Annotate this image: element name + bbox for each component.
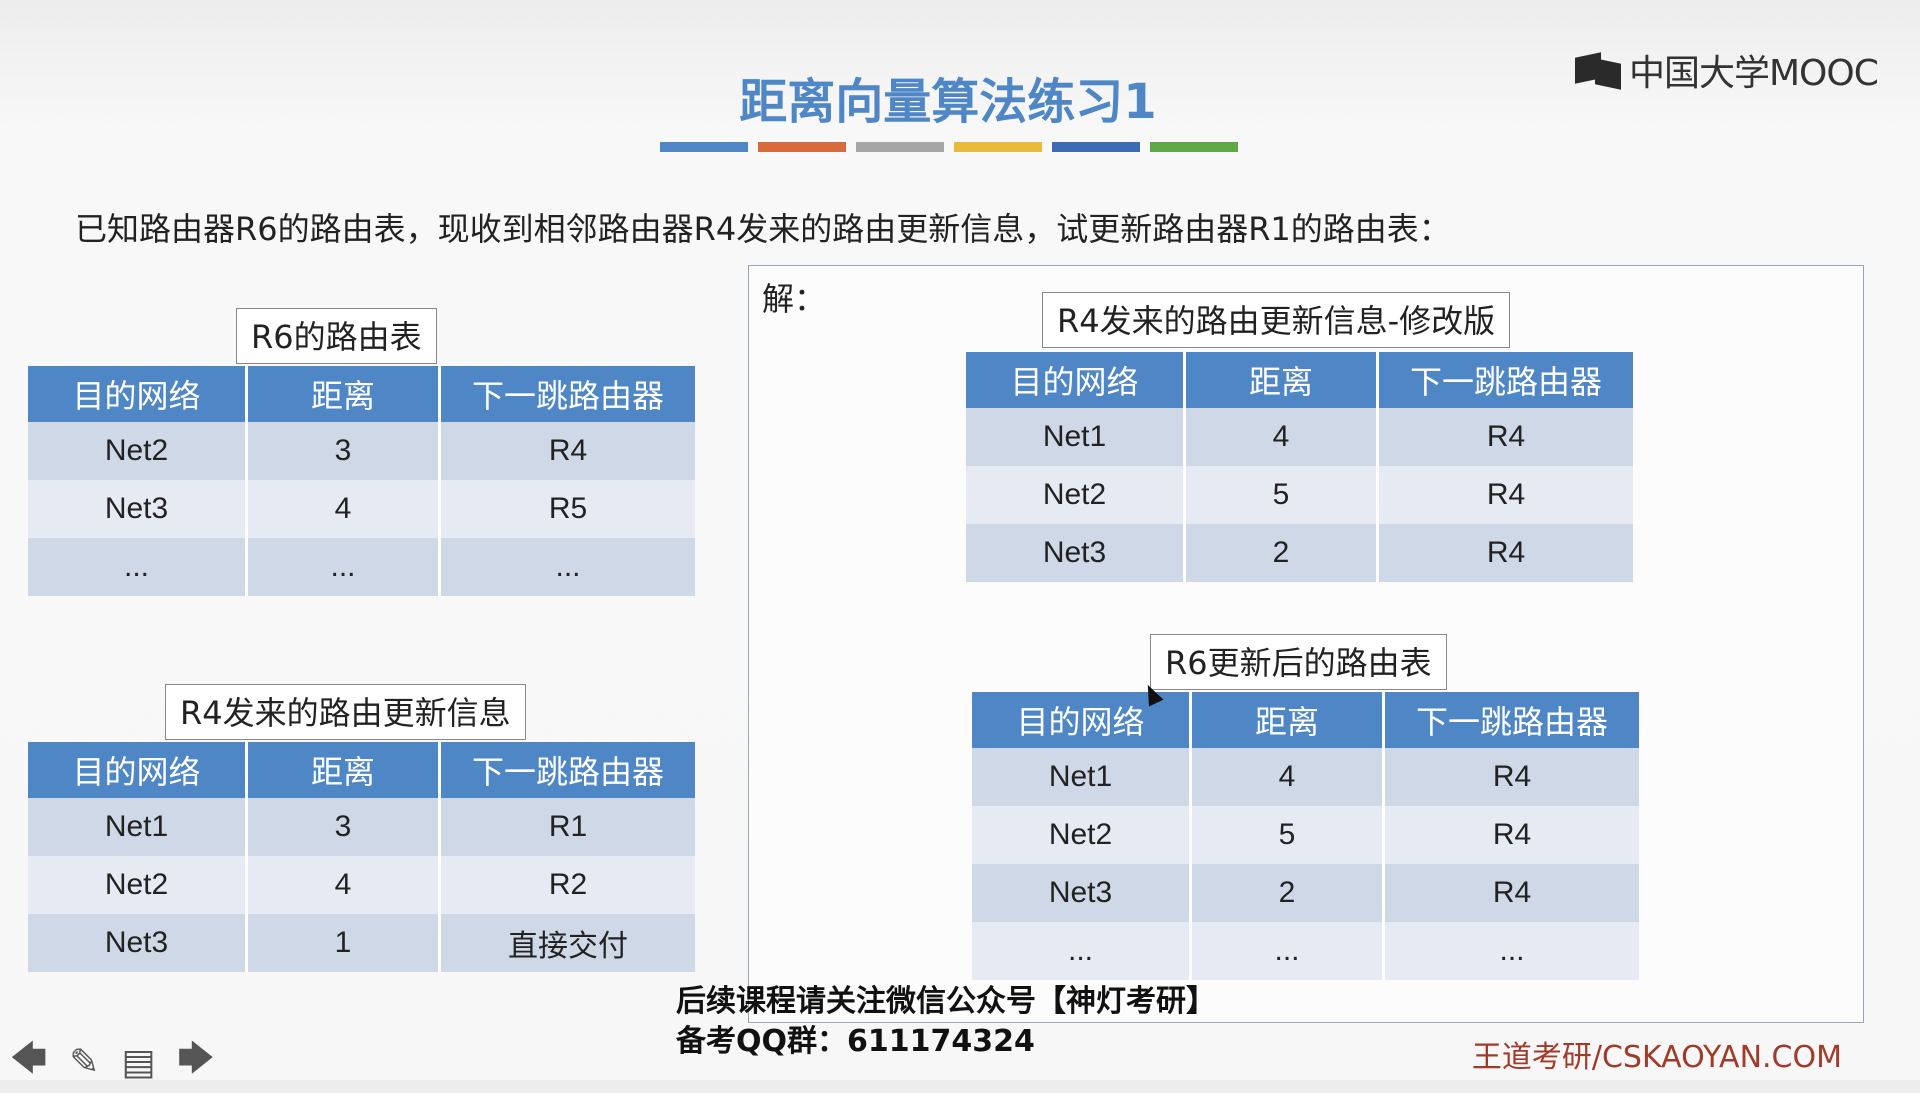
cell-next: 直接交付 <box>441 914 695 972</box>
cell-dist: 4 <box>248 856 441 914</box>
cell-dist: 4 <box>1186 408 1379 466</box>
table-header-row: 目的网络 距离 下一跳路由器 <box>972 692 1639 748</box>
cell-dist: ... <box>248 538 441 596</box>
table-row: Net3 2 R4 <box>966 524 1633 582</box>
slide-nav-controls: 🡄 ✎ ▤ 🡆 <box>10 1032 215 1093</box>
table-row: Net3 2 R4 <box>972 864 1639 922</box>
col-header-next: 下一跳路由器 <box>441 742 695 798</box>
table-row: Net1 3 R1 <box>28 798 695 856</box>
cell-dest: ... <box>28 538 248 596</box>
footer-qq-group: 备考QQ群：611174324 <box>676 1024 1035 1059</box>
cell-dest: Net1 <box>966 408 1186 466</box>
r6-routing-table: 目的网络 距离 下一跳路由器 Net2 3 R4 Net3 4 R5 ... .… <box>28 366 695 596</box>
cell-next: ... <box>441 538 695 596</box>
prev-arrow-icon[interactable]: 🡄 <box>10 1032 47 1093</box>
table-row: Net3 1 直接交付 <box>28 914 695 972</box>
table-row: ... ... ... <box>972 922 1639 980</box>
r4-modified-table: 目的网络 距离 下一跳路由器 Net1 4 R4 Net2 5 R4 Net3 … <box>966 352 1633 582</box>
cell-dest: Net1 <box>972 748 1192 806</box>
cell-dist: ... <box>1192 922 1385 980</box>
col-header-next: 下一跳路由器 <box>441 366 695 422</box>
cell-next: ... <box>1385 922 1639 980</box>
table-row: Net1 4 R4 <box>972 748 1639 806</box>
cell-dest: Net2 <box>28 422 248 480</box>
cell-dist: 2 <box>1186 524 1379 582</box>
cell-next: R4 <box>1385 748 1639 806</box>
cell-next: R5 <box>441 480 695 538</box>
cell-next: R1 <box>441 798 695 856</box>
col-header-dest: 目的网络 <box>966 352 1186 408</box>
cell-next: R4 <box>1385 864 1639 922</box>
col-header-next: 下一跳路由器 <box>1379 352 1633 408</box>
col-header-dest: 目的网络 <box>28 742 248 798</box>
accent-bar <box>660 142 748 152</box>
table-row: Net2 4 R2 <box>28 856 695 914</box>
footer-wechat-notice: 后续课程请关注微信公众号【神灯考研】 <box>676 984 1216 1019</box>
table-header-row: 目的网络 距离 下一跳路由器 <box>966 352 1633 408</box>
cell-dest: Net3 <box>966 524 1186 582</box>
col-header-dist: 距离 <box>1186 352 1379 408</box>
cell-dest: Net3 <box>28 480 248 538</box>
accent-bar <box>1150 142 1238 152</box>
r4-table-label: R4发来的路由更新信息 <box>165 684 526 740</box>
cell-next: R2 <box>441 856 695 914</box>
cell-dist: 4 <box>1192 748 1385 806</box>
cell-dest: Net2 <box>966 466 1186 524</box>
cell-next: R4 <box>1385 806 1639 864</box>
cell-next: R4 <box>1379 408 1633 466</box>
cell-dest: Net3 <box>972 864 1192 922</box>
footer-brand: 王道考研/CSKAOYAN.COM <box>1471 1040 1842 1075</box>
cell-dist: 3 <box>248 422 441 480</box>
col-header-dist: 距离 <box>1192 692 1385 748</box>
cell-dist: 3 <box>248 798 441 856</box>
next-arrow-icon[interactable]: 🡆 <box>177 1032 214 1093</box>
table-row: Net2 5 R4 <box>972 806 1639 864</box>
col-header-dest: 目的网络 <box>28 366 248 422</box>
table-header-row: 目的网络 距离 下一跳路由器 <box>28 742 695 798</box>
cell-dist: 2 <box>1192 864 1385 922</box>
cell-dest: ... <box>972 922 1192 980</box>
table-header-row: 目的网络 距离 下一跳路由器 <box>28 366 695 422</box>
cell-dist: 5 <box>1192 806 1385 864</box>
cell-next: R4 <box>1379 466 1633 524</box>
r6-table-label: R6的路由表 <box>236 308 437 364</box>
solution-label: 解： <box>762 280 827 318</box>
cell-dist: 5 <box>1186 466 1379 524</box>
table-row: Net2 3 R4 <box>28 422 695 480</box>
menu-icon[interactable]: ▤ <box>121 1042 155 1083</box>
r4-update-table: 目的网络 距离 下一跳路由器 Net1 3 R1 Net2 4 R2 Net3 … <box>28 742 695 972</box>
col-header-next: 下一跳路由器 <box>1385 692 1639 748</box>
cell-dist: 1 <box>248 914 441 972</box>
table-row: Net1 4 R4 <box>966 408 1633 466</box>
col-header-dist: 距离 <box>248 742 441 798</box>
cell-next: R4 <box>1379 524 1633 582</box>
cell-dest: Net2 <box>972 806 1192 864</box>
r6-updated-table: 目的网络 距离 下一跳路由器 Net1 4 R4 Net2 5 R4 Net3 … <box>972 692 1639 980</box>
cell-next: R4 <box>441 422 695 480</box>
accent-bar <box>758 142 846 152</box>
accent-bar <box>856 142 944 152</box>
table-row: ... ... ... <box>28 538 695 596</box>
question-text: 已知路由器R6的路由表，现收到相邻路由器R4发来的路由更新信息，试更新路由器R1… <box>75 210 1451 248</box>
col-header-dist: 距离 <box>248 366 441 422</box>
slide-title: 距离向量算法练习1 <box>739 74 1157 130</box>
cell-dest: Net1 <box>28 798 248 856</box>
pen-icon[interactable]: ✎ <box>69 1042 99 1083</box>
accent-bar <box>954 142 1042 152</box>
cell-dest: Net3 <box>28 914 248 972</box>
cell-dist: 4 <box>248 480 441 538</box>
accent-bars <box>660 142 1238 152</box>
r6-updated-table-label: R6更新后的路由表 <box>1150 634 1447 690</box>
cell-dest: Net2 <box>28 856 248 914</box>
r4-modified-table-label: R4发来的路由更新信息-修改版 <box>1042 292 1511 348</box>
accent-bar <box>1052 142 1140 152</box>
table-row: Net3 4 R5 <box>28 480 695 538</box>
table-row: Net2 5 R4 <box>966 466 1633 524</box>
